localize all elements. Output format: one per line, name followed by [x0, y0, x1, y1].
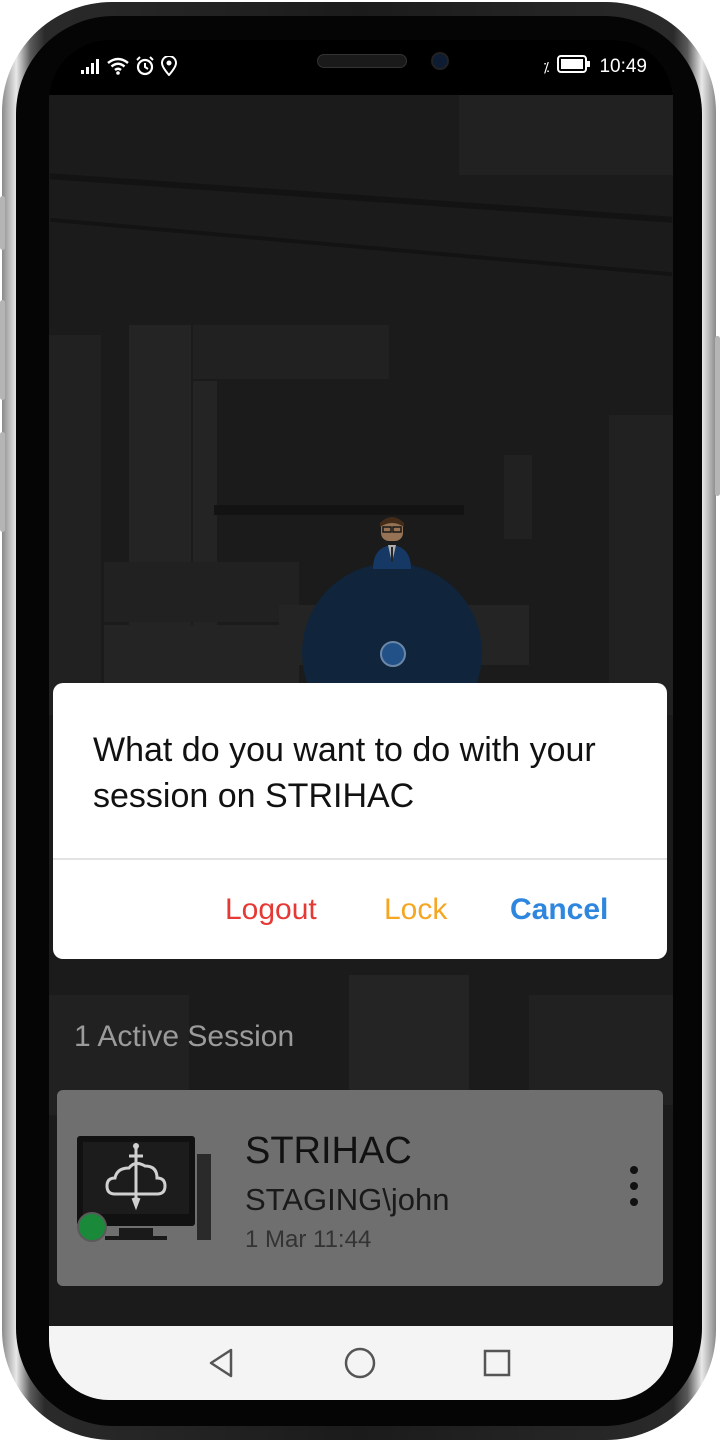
navigation-bar	[49, 1326, 673, 1400]
session-card[interactable]: STRIHAC STAGING\john 1 Mar 11:44	[57, 1090, 663, 1286]
earpiece-speaker	[317, 54, 407, 68]
dialog-divider	[53, 858, 667, 860]
active-sessions-header: 1 Active Session	[74, 1020, 295, 1053]
status-bar: ⁒ 10:49	[49, 40, 673, 95]
volume-down-button	[0, 300, 5, 400]
wifi-icon	[107, 57, 129, 81]
recents-icon[interactable]	[480, 1346, 514, 1380]
volume-up-button	[0, 196, 5, 250]
front-camera	[431, 52, 449, 70]
home-icon[interactable]	[343, 1346, 377, 1380]
nfc-icon: ⁒	[543, 58, 550, 75]
cancel-button[interactable]: Cancel	[510, 893, 608, 927]
power-button	[0, 432, 5, 532]
location-icon	[160, 55, 178, 82]
alarm-icon	[135, 56, 155, 82]
side-button-right	[715, 336, 720, 496]
dialog-message: What do you want to do with your session…	[93, 731, 596, 815]
back-icon[interactable]	[205, 1346, 239, 1380]
lock-button[interactable]: Lock	[384, 893, 447, 927]
logout-button[interactable]: Logout	[225, 893, 317, 927]
session-name: STRIHAC	[245, 1130, 412, 1172]
screen: ⁒ 10:49 1 Active Session STRIHAC STAGING…	[49, 40, 673, 1400]
session-user: STAGING\john	[245, 1182, 450, 1217]
battery-icon	[557, 55, 591, 79]
session-action-dialog: What do you want to do with your session…	[53, 683, 667, 959]
signal-icon	[81, 58, 101, 80]
clock-time: 10:49	[599, 56, 647, 77]
online-status-indicator	[77, 1212, 107, 1242]
session-time: 1 Mar 11:44	[245, 1226, 372, 1253]
more-options-icon[interactable]	[627, 1166, 641, 1212]
